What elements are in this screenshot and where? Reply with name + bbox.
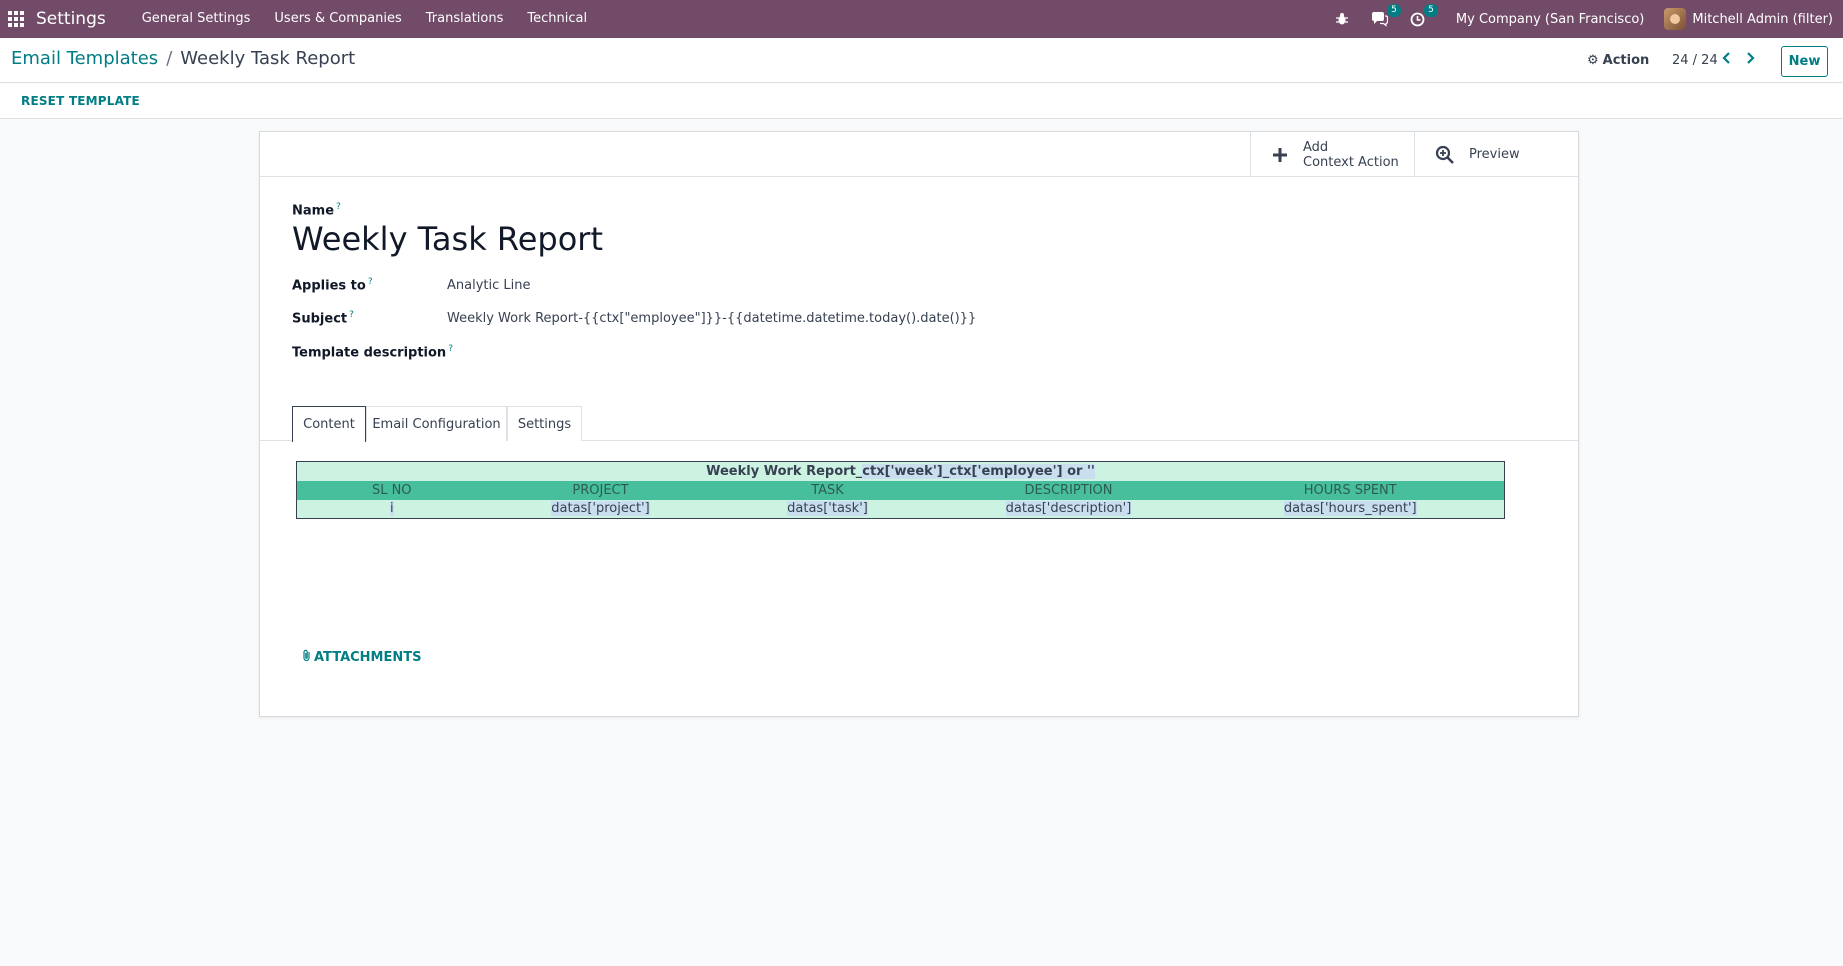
table-cell: datas['description'] xyxy=(1005,501,1132,517)
column-header: DESCRIPTION xyxy=(940,480,1197,500)
template-description-label: Template description? xyxy=(292,344,453,361)
menu-technical[interactable]: Technical xyxy=(515,0,599,38)
table-cell: datas['project'] xyxy=(551,501,650,517)
notebook-tabs: Content Email Configuration Settings xyxy=(260,406,1578,442)
preview-button[interactable]: Preview xyxy=(1414,132,1578,177)
tab-email-configuration[interactable]: Email Configuration xyxy=(366,406,507,441)
table-title-expression: ctx['week']_ctx['employee'] or '' xyxy=(862,463,1095,479)
gear-icon: ⚙ xyxy=(1587,53,1599,68)
help-icon[interactable]: ? xyxy=(336,202,341,212)
column-header: SL NO xyxy=(296,480,487,500)
menu-general-settings[interactable]: General Settings xyxy=(130,0,263,38)
action-label: Action xyxy=(1602,53,1650,68)
breadcrumb: Email Templates / Weekly Task Report xyxy=(11,48,355,69)
avatar xyxy=(1664,8,1687,30)
reset-template-button[interactable]: RESET TEMPLATE xyxy=(21,94,140,108)
table-cell: datas['hours_spent'] xyxy=(1283,501,1417,517)
apps-menu-icon[interactable] xyxy=(8,11,24,27)
new-button[interactable]: New xyxy=(1781,46,1828,77)
tab-settings[interactable]: Settings xyxy=(507,406,582,441)
paperclip-icon xyxy=(302,649,312,666)
help-icon[interactable]: ? xyxy=(448,344,453,354)
column-header: PROJECT xyxy=(486,480,715,500)
subject-field[interactable]: Weekly Work Report-{{ctx["employee"]}}-{… xyxy=(447,311,976,326)
top-navbar: Settings General Settings Users & Compan… xyxy=(0,0,1843,38)
zoom-search-icon xyxy=(1435,145,1455,165)
control-panel: Email Templates / Weekly Task Report ⚙ A… xyxy=(0,38,1843,83)
messages-badge: 5 xyxy=(1387,3,1401,17)
help-icon[interactable]: ? xyxy=(349,310,354,320)
email-body-table[interactable]: Weekly Work Report_ctx['week']_ctx['empl… xyxy=(296,461,1505,519)
user-menu[interactable]: Mitchell Admin (filter) xyxy=(1664,8,1833,30)
smart-button-box: Add Context Action Preview xyxy=(260,132,1578,177)
name-field[interactable]: Weekly Task Report xyxy=(292,220,603,258)
systray: 5 5 My Company (San Francisco) Mitchell … xyxy=(1324,0,1843,38)
applies-to-field[interactable]: Analytic Line xyxy=(447,278,530,293)
breadcrumb-current: Weekly Task Report xyxy=(180,48,356,69)
app-name[interactable]: Settings xyxy=(36,9,106,29)
form-statusbar: RESET TEMPLATE xyxy=(0,84,1843,119)
tab-content[interactable]: Content xyxy=(292,406,366,442)
breadcrumb-separator: / xyxy=(166,48,173,69)
table-title-prefix: Weekly Work Report_ xyxy=(706,463,863,479)
add-context-action-button[interactable]: Add Context Action xyxy=(1250,132,1414,177)
messages-chat-icon[interactable]: 5 xyxy=(1371,3,1401,27)
pager-value[interactable]: 24 / 24 xyxy=(1672,53,1718,68)
attachments-label: ATTACHMENTS xyxy=(314,650,422,665)
table-cell: i xyxy=(389,501,394,517)
activities-clock-icon[interactable]: 5 xyxy=(1410,3,1438,27)
form-sheet: Add Context Action Preview Name? Weekly … xyxy=(259,131,1579,717)
table-cell: datas['task'] xyxy=(787,501,868,517)
company-switcher[interactable]: My Company (San Francisco) xyxy=(1456,12,1644,27)
name-label: Name? xyxy=(292,202,341,219)
table-title-row: Weekly Work Report_ctx['week']_ctx['empl… xyxy=(296,461,1505,481)
applies-to-label: Applies to? xyxy=(292,277,373,294)
column-header: HOURS SPENT xyxy=(1196,480,1505,500)
main-menu: General Settings Users & Companies Trans… xyxy=(130,0,599,38)
table-header-row: SL NO PROJECT TASK DESCRIPTION HOURS SPE… xyxy=(296,480,1505,500)
action-menu-button[interactable]: ⚙ Action xyxy=(1587,53,1649,68)
subject-label: Subject? xyxy=(292,310,354,327)
preview-label: Preview xyxy=(1469,147,1520,162)
context-action-line2: Context Action xyxy=(1303,154,1399,170)
column-header: TASK xyxy=(714,480,941,500)
context-action-line1: Add xyxy=(1303,139,1329,155)
pager-previous-icon[interactable] xyxy=(1722,50,1732,69)
breadcrumb-email-templates[interactable]: Email Templates xyxy=(11,48,158,69)
user-name: Mitchell Admin (filter) xyxy=(1692,11,1833,27)
help-icon[interactable]: ? xyxy=(368,277,373,287)
activities-badge: 5 xyxy=(1424,3,1438,17)
pager-next-icon[interactable] xyxy=(1745,50,1755,69)
plus-icon xyxy=(1271,146,1289,164)
menu-translations[interactable]: Translations xyxy=(414,0,516,38)
menu-users-companies[interactable]: Users & Companies xyxy=(262,0,413,38)
debug-bug-icon[interactable] xyxy=(1335,12,1349,26)
attachments-button[interactable]: ATTACHMENTS xyxy=(302,649,422,666)
table-row: i datas['project'] datas['task'] datas['… xyxy=(296,499,1505,519)
